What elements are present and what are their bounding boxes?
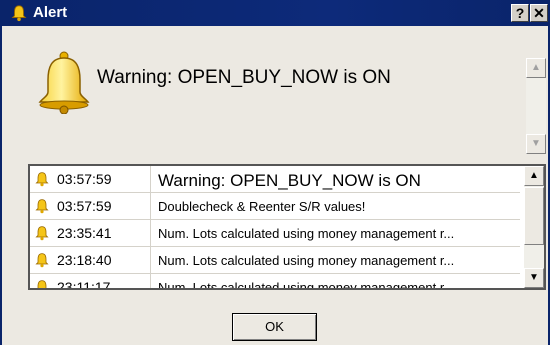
list-item[interactable]: 03:57:59 Doublecheck & Reenter S/R value…	[30, 193, 520, 220]
alert-message: Warning: OPEN_BUY_NOW is ON	[97, 67, 391, 88]
scroll-down-button[interactable]: ▼	[524, 268, 544, 288]
list-item[interactable]: 23:18:40 Num. Lots calculated using mone…	[30, 247, 520, 274]
bell-icon	[35, 172, 49, 187]
log-message: Num. Lots calculated using money managem…	[158, 280, 455, 290]
bell-icon	[35, 253, 49, 268]
list-item[interactable]: 03:57:59 Warning: OPEN_BUY_NOW is ON	[30, 166, 520, 193]
close-button[interactable]: ✕	[530, 4, 548, 22]
list-item[interactable]: 23:35:41 Num. Lots calculated using mone…	[30, 220, 520, 247]
window-title: Alert	[33, 4, 68, 21]
log-message: Num. Lots calculated using money managem…	[158, 253, 455, 268]
scroll-thumb[interactable]	[524, 187, 544, 245]
bell-icon	[35, 199, 49, 214]
alert-window: Alert ? ✕ Warning: OPEN_BUY_NOW is ON ▲ …	[0, 0, 550, 345]
log-time: 23:35:41	[57, 225, 112, 241]
log-message: Doublecheck & Reenter S/R values!	[158, 199, 366, 214]
log-time: 03:57:59	[57, 171, 112, 187]
bell-icon	[11, 5, 27, 22]
alert-log-list[interactable]: 03:57:59 Warning: OPEN_BUY_NOW is ON 03:…	[28, 164, 546, 290]
log-time: 03:57:59	[57, 198, 112, 214]
message-scrollbar[interactable]: ▲ ▼	[526, 58, 546, 154]
title-bar[interactable]: Alert ? ✕	[2, 0, 548, 26]
scroll-up-button[interactable]: ▲	[526, 58, 546, 78]
help-button[interactable]: ?	[511, 4, 529, 22]
bell-icon	[37, 280, 47, 288]
log-message: Num. Lots calculated using money managem…	[158, 226, 455, 241]
bell-icon	[35, 226, 49, 241]
ok-button[interactable]: OK	[232, 313, 317, 341]
list-scrollbar[interactable]: ▲ ▼	[524, 166, 544, 288]
scroll-down-button[interactable]: ▼	[526, 134, 546, 154]
log-message: Warning: OPEN_BUY_NOW is ON	[158, 171, 421, 190]
log-time: 23:18:40	[57, 252, 112, 268]
list-item[interactable]: 23:11:17 Num. Lots calculated using mone…	[30, 274, 520, 290]
bell-icon	[38, 51, 90, 114]
scroll-up-button[interactable]: ▲	[524, 166, 544, 186]
log-time: 23:11:17	[57, 279, 111, 290]
